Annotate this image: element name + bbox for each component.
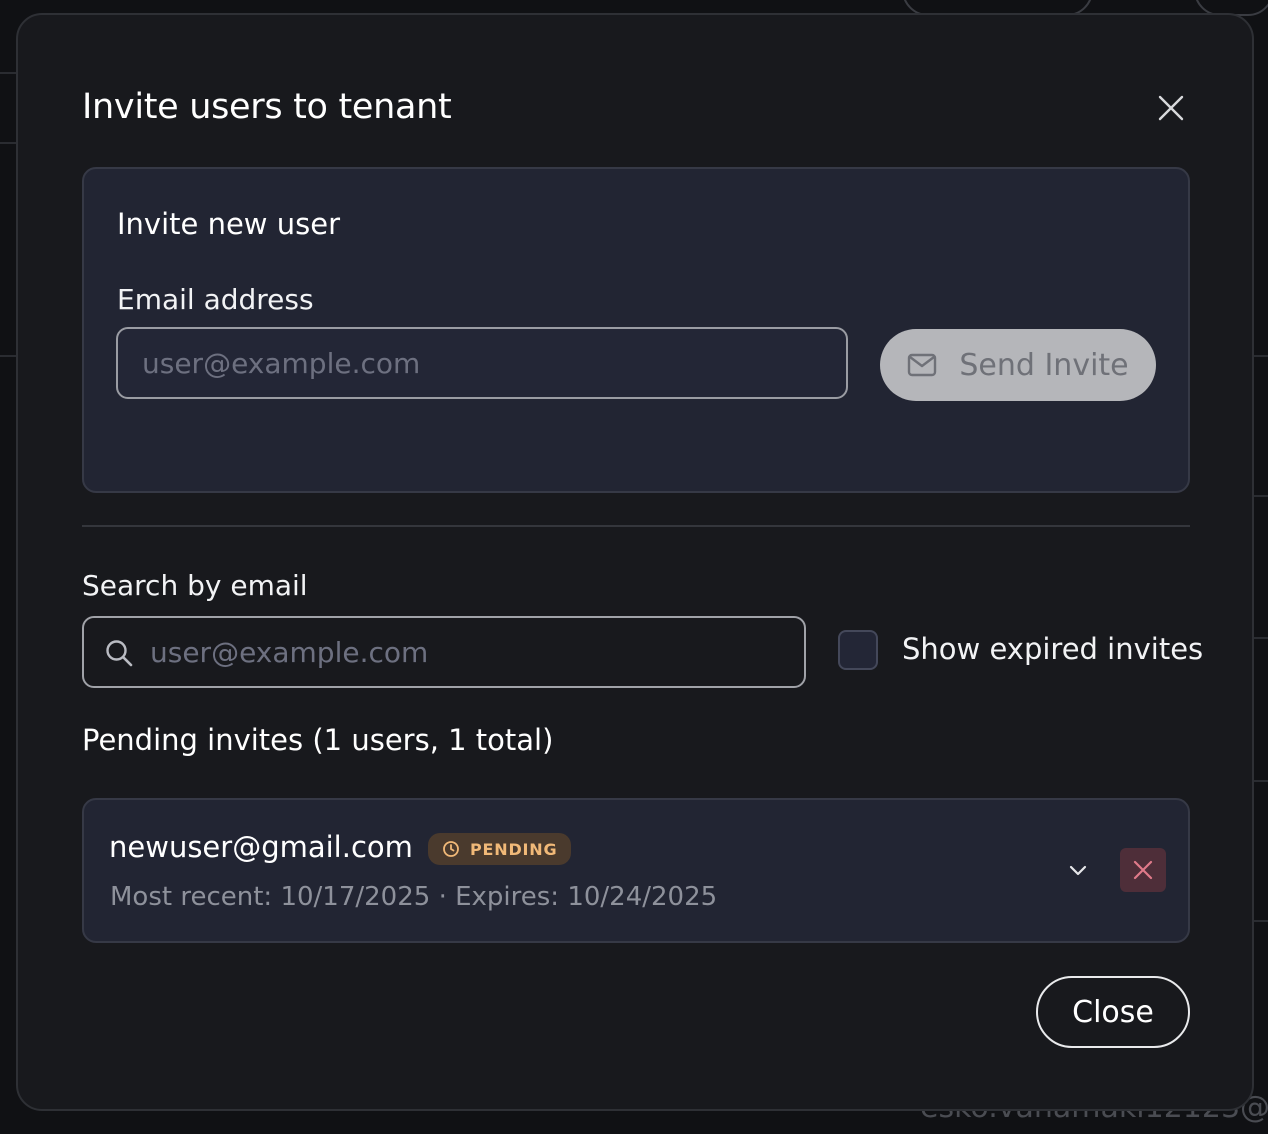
pending-invites-heading: Pending invites (1 users, 1 total): [82, 723, 554, 757]
close-icon[interactable]: [1156, 93, 1186, 123]
clock-icon: [442, 840, 460, 858]
modal-title: Invite users to tenant: [82, 87, 452, 127]
invite-panel-heading: Invite new user: [117, 207, 340, 241]
background-divider: [0, 142, 16, 144]
close-button[interactable]: Close: [1036, 976, 1190, 1048]
close-icon: [1132, 859, 1154, 881]
status-badge-label: PENDING: [470, 839, 558, 859]
background-divider: [1254, 637, 1268, 639]
section-divider: [82, 525, 1190, 527]
show-expired-label[interactable]: Show expired invites: [902, 632, 1203, 666]
mail-icon: [907, 353, 937, 377]
background-divider: [1254, 920, 1268, 922]
search-by-email-label: Search by email: [82, 569, 308, 602]
background-divider: [1254, 355, 1268, 357]
send-invite-label: Send Invite: [959, 347, 1129, 383]
invite-new-user-panel: Invite new user Email address Send Invit…: [82, 167, 1190, 493]
revoke-invite-button[interactable]: [1120, 848, 1166, 892]
invite-dates: Most recent: 10/17/2025 · Expires: 10/24…: [110, 882, 718, 912]
search-email-input[interactable]: [150, 618, 790, 686]
search-icon: [104, 638, 134, 668]
invite-list-item: newuser@gmail.com PENDING Most recent: 1…: [82, 798, 1190, 943]
email-address-input[interactable]: [116, 327, 848, 399]
background-divider: [0, 355, 16, 357]
show-expired-checkbox[interactable]: [838, 630, 878, 670]
invite-users-modal: Invite users to tenant Invite new user E…: [16, 13, 1254, 1111]
send-invite-button[interactable]: Send Invite: [880, 329, 1156, 401]
status-badge: PENDING: [428, 833, 572, 865]
email-address-label: Email address: [117, 283, 314, 316]
search-field: [82, 616, 806, 688]
background-divider: [1254, 495, 1268, 497]
invite-email: newuser@gmail.com: [109, 830, 413, 864]
chevron-down-icon[interactable]: [1066, 858, 1090, 882]
background-divider: [0, 72, 16, 74]
background-divider: [1254, 780, 1268, 782]
